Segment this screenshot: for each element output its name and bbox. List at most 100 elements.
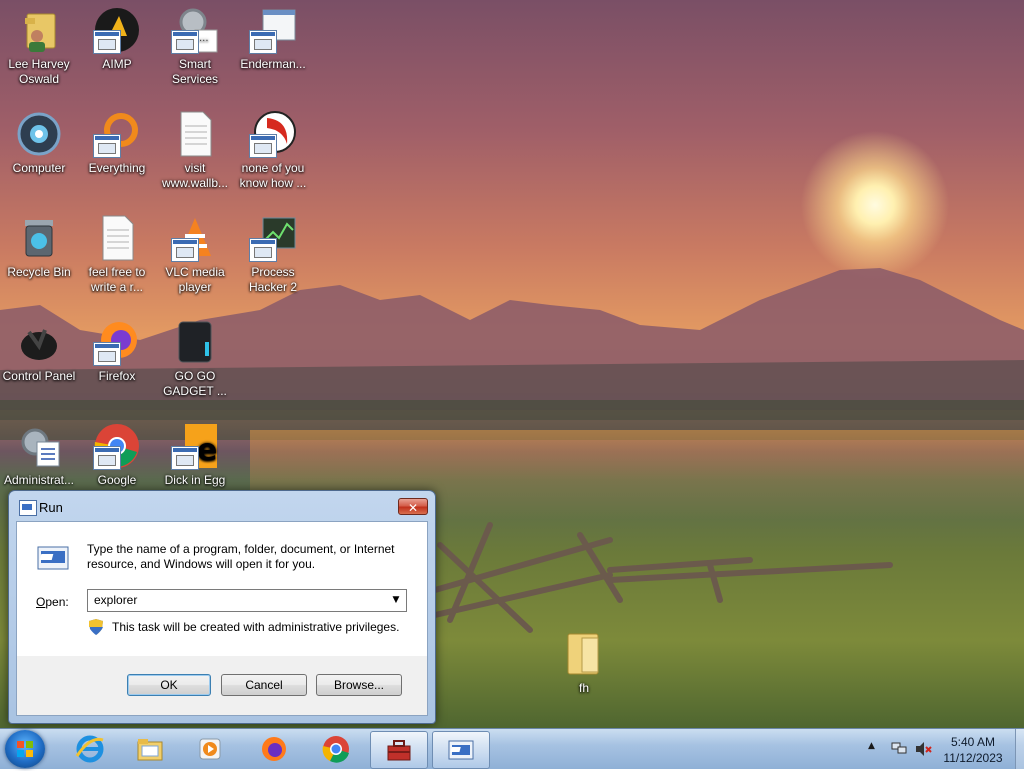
process-hacker-icon [249,214,297,262]
shortcut-window-overlay-icon [171,238,199,262]
firefox-icon [93,318,141,366]
aimp-icon [93,6,141,54]
taskbar-run-window[interactable] [432,731,490,769]
close-button[interactable]: ✕ [398,498,428,515]
system-clock[interactable]: 5:40 AM 11/12/2023 [936,734,1010,766]
clock-time: 5:40 AM [950,735,996,749]
volume-muted-icon[interactable] [915,741,933,757]
gears-icon: ··· [171,6,219,54]
desktop-icon-visit-wallb[interactable]: visit www.wallb... [156,110,234,191]
start-button[interactable] [5,730,45,768]
browse-button[interactable]: Browse... [316,674,402,696]
windows-logo-icon [17,741,33,757]
desktop-icon-label: Smart Services [171,57,218,86]
svg-text:e: e [197,433,217,468]
show-desktop-button[interactable] [1015,729,1024,769]
shortcut-window-overlay-icon [93,134,121,158]
shortcut-window-overlay-icon [93,30,121,54]
desktop-icon-dick-in-egg[interactable]: e Dick in Egg [156,422,234,488]
everything-icon [93,110,141,158]
desktop-icon-computer[interactable]: Computer [0,110,78,176]
shield-icon [89,619,103,635]
desktop-icon-label: Everything [88,161,146,175]
run-window-icon [448,740,474,760]
desktop-icon-label: fh [578,681,589,695]
desktop-icon-google[interactable]: Google [78,422,156,488]
shortcut-window-overlay-icon [171,30,199,54]
desktop-icon-label: Lee Harvey Oswald [8,57,70,86]
run-dialog[interactable]: Run ✕ Type the name of a program, folder… [8,490,436,724]
media-player-icon [199,738,221,760]
open-combobox[interactable]: ▼ [87,589,407,612]
desktop-icon-label: Firefox [98,369,136,383]
shortcut-window-overlay-icon [249,134,277,158]
desktop-icon-lee-harvey-oswald[interactable]: Lee Harvey Oswald [0,6,78,87]
desktop-icon-smart-services[interactable]: ··· Smart Services [156,6,234,87]
control-panel-icon [15,318,63,366]
folder-user-icon [15,6,63,54]
shortcut-window-overlay-icon [249,30,277,54]
desktop-icon-everything[interactable]: Everything [78,110,156,176]
desktop-icon-label: Recycle Bin [7,265,71,279]
desktop-icon-administrative-tools[interactable]: Administrat... [0,422,78,488]
run-description: Type the name of a program, folder, docu… [87,542,395,571]
taskbar-file-explorer[interactable] [122,731,178,767]
desktop-icon-go-go-gadget[interactable]: GO GO GADGET ... [156,318,234,399]
shortcut-window-overlay-icon [93,342,121,366]
desktop-icon-label: visit www.wallb... [161,161,229,190]
desktop-icon-process-hacker[interactable]: Process Hacker 2 [234,214,312,295]
desktop-icon-enderman[interactable]: Enderman... [234,6,312,72]
wooden-fence [432,522,893,633]
desktop-icon-label: VLC media player [165,265,225,294]
taskbar-chrome[interactable] [308,731,364,767]
cancel-button[interactable]: Cancel [221,674,307,696]
toolbox-icon [387,740,411,761]
desktop-icon-label: GO GO GADGET ... [163,369,227,398]
desktop-icon-firefox[interactable]: Firefox [78,318,156,384]
ok-button[interactable]: OK [127,674,211,696]
desktop-icon-control-panel[interactable]: Control Panel [0,318,78,384]
taskbar-toolbox[interactable] [370,731,428,769]
vlc-icon [171,214,219,262]
desktop-icon-recycle-bin[interactable]: Recycle Bin [0,214,78,280]
open-label-text: pen: [45,595,69,609]
desktop-icon-label: Enderman... [240,57,306,71]
desktop-icon-vlc[interactable]: VLC media player [156,214,234,295]
shortcut-window-overlay-icon [249,238,277,262]
show-hidden-icons-icon[interactable]: ▲ [868,741,875,751]
computer-icon [15,110,63,158]
desktop-icon-label: Computer [12,161,66,175]
admin-privileges-notice: This task will be created with administr… [112,620,400,634]
desktop-icon-label: Google [97,473,137,487]
run-window-icon [19,500,37,516]
taskbar-internet-explorer[interactable] [62,731,118,767]
chrome-icon [93,422,141,470]
desktop-icon-aimp[interactable]: AIMP [78,6,156,72]
open-label-accelerator: O [36,595,46,609]
file-explorer-icon [137,739,163,761]
desktop-icon-label: AIMP [102,57,132,71]
desktop-icon-none-of-you[interactable]: none of you know how ... [234,110,312,191]
shortcut-window-overlay-icon [93,446,121,470]
text-file-icon [171,110,219,158]
desktop-icon-label: feel free to write a r... [88,265,146,294]
desktop-icon-feel-free[interactable]: feel free to write a r... [78,214,156,295]
run-dialog-footer: OK Cancel Browse... [16,656,428,716]
network-icon[interactable] [891,741,907,755]
window-app-icon [249,6,297,54]
taskbar-firefox[interactable] [246,731,302,767]
svg-text:···: ··· [199,36,209,47]
chevron-down-icon[interactable]: ▼ [386,590,406,611]
desktop-icon-fh[interactable]: fh [545,630,623,696]
firefox-icon [262,737,286,761]
open-label: Open: [36,595,69,609]
folder-icon [564,630,604,678]
run-dialog-title: Run [39,500,63,515]
desktop-icon-label: none of you know how ... [239,161,307,190]
close-icon: ✕ [407,501,419,515]
desktop-icon-label: Dick in Egg [164,473,226,487]
text-file-icon [93,214,141,262]
taskbar-media-player[interactable] [182,731,238,767]
admin-tools-icon [15,422,63,470]
open-input[interactable] [88,590,384,609]
